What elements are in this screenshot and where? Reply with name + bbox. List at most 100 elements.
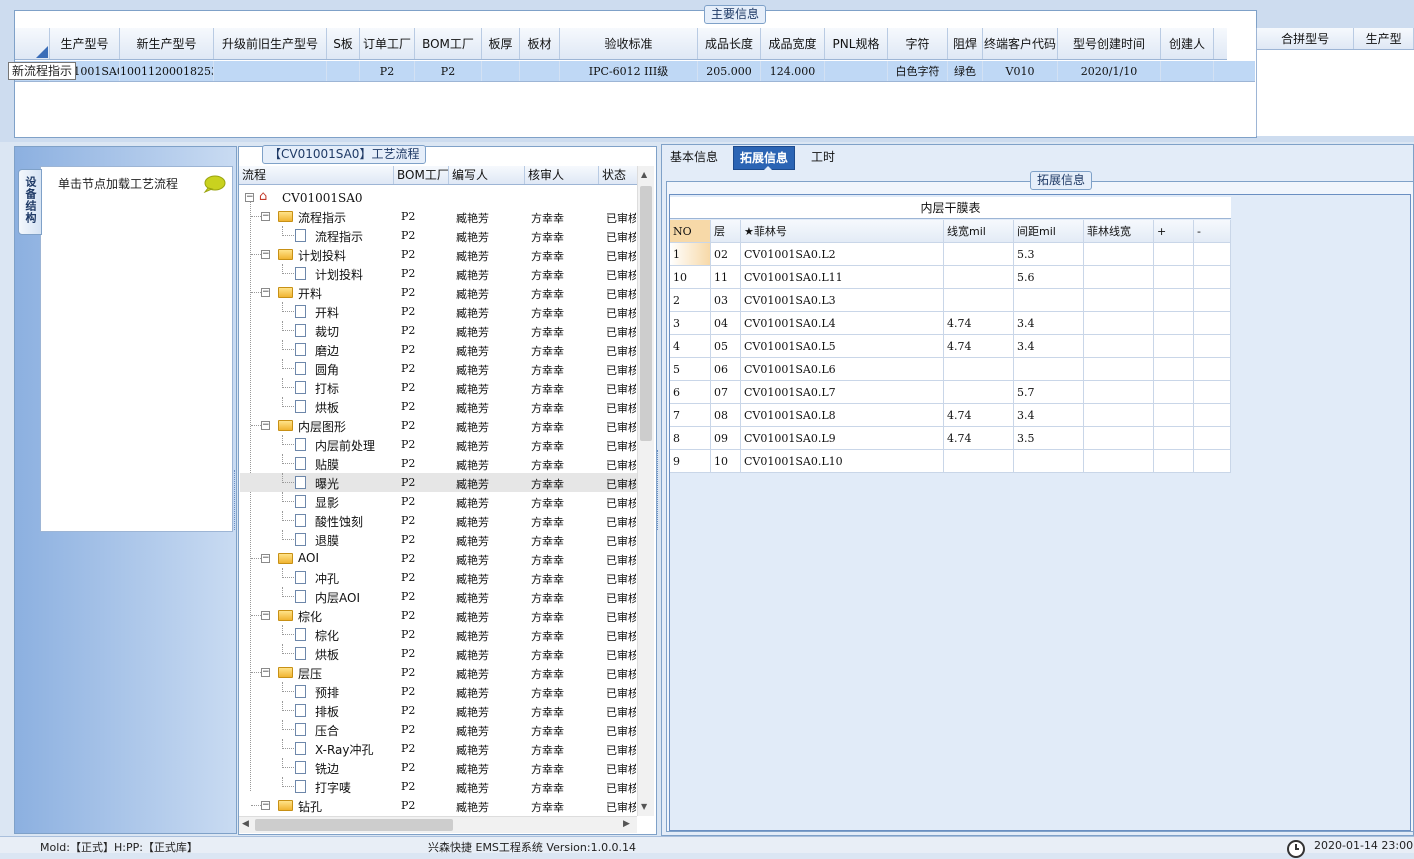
dry-film-row[interactable]: 1 02 CV01001SA0.L2 5.3: [670, 243, 1231, 266]
dry-film-cell[interactable]: 3.5: [1014, 427, 1084, 449]
dry-film-cell[interactable]: CV01001SA0.L7: [741, 381, 944, 403]
dry-film-cell[interactable]: [1194, 404, 1231, 426]
dry-film-col-header[interactable]: NO: [670, 220, 711, 242]
dry-film-cell[interactable]: [1084, 381, 1154, 403]
dry-film-cell[interactable]: [1154, 335, 1194, 357]
dry-film-cell[interactable]: [1084, 335, 1154, 357]
main-col-header[interactable]: 终端客户代码: [983, 28, 1058, 59]
dry-film-cell[interactable]: 5.6: [1014, 266, 1084, 288]
dry-film-cell[interactable]: CV01001SA0.L9: [741, 427, 944, 449]
dry-film-row[interactable]: 4 05 CV01001SA0.L5 4.74 3.4: [670, 335, 1231, 358]
main-col-header[interactable]: 板厚: [482, 28, 520, 59]
main-col-header[interactable]: PNL规格: [825, 28, 888, 59]
dry-film-cell[interactable]: 07: [711, 381, 741, 403]
main-col-header[interactable]: 板材: [520, 28, 560, 59]
tree-vertical-scrollbar[interactable]: ▲ ▼: [637, 166, 654, 816]
dry-film-cell[interactable]: [1084, 312, 1154, 334]
collapse-icon[interactable]: −: [261, 801, 270, 810]
merge-col-header[interactable]: 生产型: [1354, 28, 1414, 49]
dry-film-cell[interactable]: [944, 243, 1014, 265]
dry-film-cell[interactable]: [1154, 266, 1194, 288]
dry-film-cell[interactable]: 4.74: [944, 404, 1014, 426]
dry-film-row[interactable]: 7 08 CV01001SA0.L8 4.74 3.4: [670, 404, 1231, 427]
tab-basic-info[interactable]: 基本信息: [664, 146, 724, 170]
main-col-header[interactable]: BOM工厂: [415, 28, 482, 59]
dry-film-cell[interactable]: [944, 381, 1014, 403]
dry-film-cell[interactable]: 09: [711, 427, 741, 449]
dry-film-cell[interactable]: CV01001SA0.L3: [741, 289, 944, 311]
dry-film-cell[interactable]: [1194, 266, 1231, 288]
tab-work-hours[interactable]: 工时: [805, 146, 841, 170]
main-cell[interactable]: 2020/1/10: [1058, 61, 1161, 81]
dry-film-cell[interactable]: CV01001SA0.L10: [741, 450, 944, 472]
collapse-icon[interactable]: −: [261, 250, 270, 259]
dry-film-cell[interactable]: [1154, 312, 1194, 334]
dry-film-cell[interactable]: [1014, 450, 1084, 472]
tree-horizontal-scrollbar[interactable]: ◀ ▶: [239, 816, 637, 833]
dry-film-cell[interactable]: [1154, 381, 1194, 403]
collapse-icon[interactable]: −: [261, 288, 270, 297]
dry-film-cell[interactable]: [1014, 358, 1084, 380]
dry-film-cell[interactable]: 5: [670, 358, 711, 380]
dry-film-cell[interactable]: 03: [711, 289, 741, 311]
dry-film-cell[interactable]: [944, 358, 1014, 380]
tree-col-header[interactable]: 核审人: [525, 166, 599, 184]
dry-film-cell[interactable]: CV01001SA0.L8: [741, 404, 944, 426]
main-cell[interactable]: 白色字符: [888, 61, 948, 81]
main-cell[interactable]: [1161, 61, 1214, 81]
dry-film-cell[interactable]: [944, 289, 1014, 311]
dry-film-cell[interactable]: 04: [711, 312, 741, 334]
dry-film-cell[interactable]: 3: [670, 312, 711, 334]
dry-film-row[interactable]: 8 09 CV01001SA0.L9 4.74 3.5: [670, 427, 1231, 450]
dry-film-row[interactable]: 6 07 CV01001SA0.L7 5.7: [670, 381, 1231, 404]
dry-film-cell[interactable]: [1194, 427, 1231, 449]
dry-film-cell[interactable]: [1084, 404, 1154, 426]
dry-film-cell[interactable]: [1154, 243, 1194, 265]
collapse-icon[interactable]: −: [261, 212, 270, 221]
tree-hscroll-thumb[interactable]: [255, 819, 453, 831]
dry-film-cell[interactable]: 4.74: [944, 427, 1014, 449]
dry-film-cell[interactable]: 8: [670, 427, 711, 449]
main-cell[interactable]: IPC-6012 III级: [560, 61, 698, 81]
scroll-right-icon[interactable]: ▶: [623, 819, 630, 829]
main-cell[interactable]: 10011200018253: [120, 61, 214, 81]
dry-film-cell[interactable]: 5.7: [1014, 381, 1084, 403]
dry-film-cell[interactable]: 4.74: [944, 335, 1014, 357]
dry-film-cell[interactable]: CV01001SA0.L6: [741, 358, 944, 380]
dry-film-cell[interactable]: [1084, 289, 1154, 311]
dry-film-cell[interactable]: 11: [711, 266, 741, 288]
dry-film-cell[interactable]: [1014, 289, 1084, 311]
main-col-header[interactable]: 生产型号: [50, 28, 120, 59]
main-cell[interactable]: 绿色: [948, 61, 983, 81]
collapse-icon[interactable]: −: [261, 668, 270, 677]
dry-film-col-header[interactable]: +: [1154, 220, 1194, 242]
dry-film-cell[interactable]: [1194, 335, 1231, 357]
dry-film-row[interactable]: 3 04 CV01001SA0.L4 4.74 3.4: [670, 312, 1231, 335]
main-col-header[interactable]: 升级前旧生产型号: [214, 28, 327, 59]
dry-film-col-header[interactable]: 线宽mil: [944, 220, 1014, 242]
main-cell[interactable]: [520, 61, 560, 81]
dry-film-cell[interactable]: [1194, 450, 1231, 472]
dry-film-col-header[interactable]: 层: [711, 220, 741, 242]
dry-film-cell[interactable]: [944, 450, 1014, 472]
main-cell[interactable]: P2: [360, 61, 415, 81]
collapse-icon[interactable]: −: [261, 611, 270, 620]
dry-film-cell[interactable]: [1084, 243, 1154, 265]
main-col-header[interactable]: 验收标准: [560, 28, 698, 59]
main-cell[interactable]: 205.000: [698, 61, 761, 81]
main-cell[interactable]: [327, 61, 360, 81]
tree-col-header[interactable]: BOM工厂: [394, 166, 449, 184]
dry-film-cell[interactable]: 06: [711, 358, 741, 380]
dry-film-cell[interactable]: 4: [670, 335, 711, 357]
main-col-header[interactable]: 订单工厂: [360, 28, 415, 59]
dry-film-cell[interactable]: 3.4: [1014, 335, 1084, 357]
dry-film-cell[interactable]: 1: [670, 243, 711, 265]
main-cell[interactable]: [482, 61, 520, 81]
dry-film-cell[interactable]: 7: [670, 404, 711, 426]
dry-film-cell[interactable]: 3.4: [1014, 404, 1084, 426]
dry-film-row[interactable]: 10 11 CV01001SA0.L11 5.6: [670, 266, 1231, 289]
dry-film-row[interactable]: 9 10 CV01001SA0.L10: [670, 450, 1231, 473]
dry-film-cell[interactable]: [944, 266, 1014, 288]
tree-col-header[interactable]: 状态: [599, 166, 639, 184]
dry-film-cell[interactable]: CV01001SA0.L4: [741, 312, 944, 334]
